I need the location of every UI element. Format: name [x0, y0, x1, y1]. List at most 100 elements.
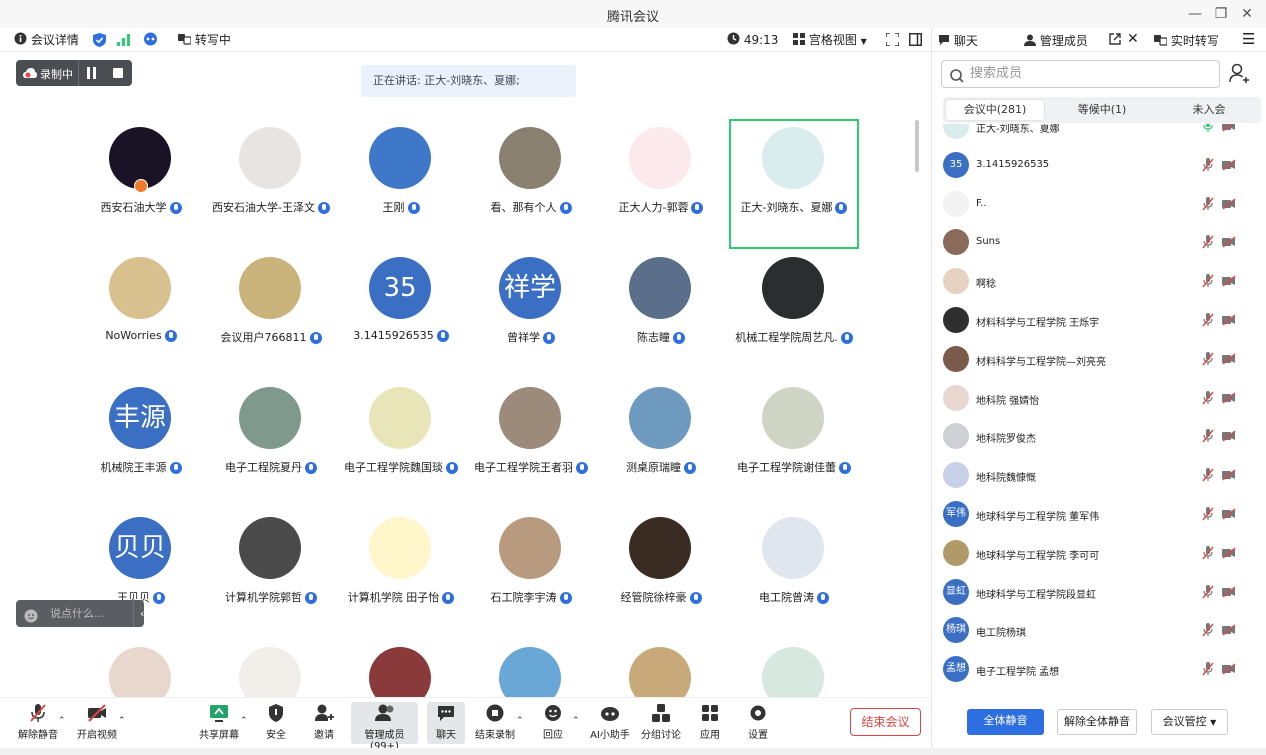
- menu-icon[interactable]: ☰: [1242, 30, 1255, 48]
- member-row[interactable]: Suns: [932, 223, 1266, 262]
- member-search-input[interactable]: 搜索成员: [941, 60, 1220, 88]
- tab-in-meeting[interactable]: 会议中(281): [946, 100, 1044, 120]
- chat-input[interactable]: 说点什么...: [50, 600, 105, 627]
- participant-tile[interactable]: 35 3.1415926535: [336, 249, 466, 379]
- participant-tile[interactable]: 西安石油大学: [76, 119, 206, 249]
- camera-off-icon[interactable]: [1222, 430, 1236, 442]
- transcribe-status[interactable]: 转写中: [178, 31, 231, 49]
- participant-tile[interactable]: 测桌原瑞瞳: [596, 379, 726, 509]
- camera-off-icon[interactable]: [1222, 392, 1236, 404]
- member-row[interactable]: 啊稔: [932, 262, 1266, 301]
- member-row[interactable]: 地科院罗俊杰: [932, 417, 1266, 456]
- unmute-all-button[interactable]: 解除全体静音: [1057, 709, 1137, 735]
- mic-muted-icon[interactable]: [1202, 313, 1214, 327]
- participant-tile[interactable]: [76, 639, 206, 697]
- member-row[interactable]: 材料科学与工程学院 王烁宇: [932, 301, 1266, 340]
- close-button[interactable]: ✕: [1234, 4, 1260, 24]
- invite-button[interactable]: 邀请: [306, 702, 342, 744]
- mic-muted-icon[interactable]: [1202, 196, 1214, 211]
- camera-off-icon[interactable]: [1222, 159, 1236, 171]
- member-row[interactable]: 材料科学与工程学院—刘亮亮: [932, 340, 1266, 379]
- mic-on-icon[interactable]: [1202, 124, 1214, 133]
- participant-tile[interactable]: 石工院李宇涛: [466, 509, 596, 639]
- tab-members[interactable]: 管理成员: [1024, 32, 1088, 49]
- participant-tile[interactable]: 王刚: [336, 119, 466, 249]
- participant-tile[interactable]: 经管院徐梓豪: [596, 509, 726, 639]
- fullscreen-icon[interactable]: [885, 32, 900, 51]
- mute-all-button[interactable]: 全体静音: [967, 709, 1044, 735]
- quick-chat-box[interactable]: 说点什么... ‹: [16, 600, 144, 627]
- participant-tile[interactable]: 电子工程学院王者羽: [466, 379, 596, 509]
- signal-icon[interactable]: [117, 33, 131, 51]
- camera-off-icon[interactable]: [1222, 198, 1236, 210]
- participant-tile[interactable]: [336, 639, 466, 697]
- participant-tile[interactable]: 计算机学院郭哲: [206, 509, 336, 639]
- member-row[interactable]: 杨琪 电工院杨琪: [932, 611, 1266, 650]
- grid-scrollbar[interactable]: [915, 120, 919, 172]
- participant-tile[interactable]: [596, 639, 726, 697]
- camera-off-icon[interactable]: [1222, 353, 1236, 365]
- mic-muted-icon[interactable]: [1202, 157, 1214, 172]
- mic-muted-icon[interactable]: [1202, 274, 1214, 288]
- participant-tile[interactable]: 电子工程院夏丹: [206, 379, 336, 509]
- participant-tile[interactable]: 会议用户766811: [206, 249, 336, 379]
- participant-tile[interactable]: 计算机学院 田子怡: [336, 509, 466, 639]
- camera-off-icon[interactable]: [1222, 624, 1236, 636]
- tab-chat[interactable]: 聊天: [938, 32, 978, 49]
- video-caret-icon[interactable]: ⌃: [118, 716, 126, 726]
- participant-tile[interactable]: [729, 639, 859, 697]
- popout-icon[interactable]: [1109, 33, 1121, 48]
- participant-tile[interactable]: 电子工程学院魏国琰: [336, 379, 466, 509]
- mic-muted-icon[interactable]: [1202, 351, 1214, 366]
- maximize-button[interactable]: ❐: [1208, 4, 1234, 24]
- camera-off-icon[interactable]: [1222, 508, 1236, 520]
- minimize-button[interactable]: —: [1182, 4, 1208, 24]
- unmute-button[interactable]: 解除静音: [14, 702, 62, 744]
- camera-off-icon[interactable]: [1222, 314, 1236, 326]
- tab-transcript[interactable]: 实时转写: [1154, 32, 1219, 49]
- member-row[interactable]: 地球科学与工程学院 李可可: [932, 534, 1266, 573]
- mic-muted-icon[interactable]: [1202, 235, 1214, 249]
- camera-off-icon[interactable]: [1222, 236, 1236, 248]
- mic-muted-icon[interactable]: [1202, 623, 1214, 637]
- chat-button[interactable]: 聊天: [427, 702, 465, 744]
- camera-off-icon[interactable]: [1222, 663, 1236, 675]
- participant-tile[interactable]: 机械工程学院周艺凡.: [729, 249, 859, 379]
- unmute-caret-icon[interactable]: ⌃: [58, 716, 66, 726]
- member-row[interactable]: 35 3.1415926535: [932, 146, 1266, 185]
- member-row[interactable]: 地科院 强婧怡: [932, 379, 1266, 418]
- end-meeting-button[interactable]: 结束会议: [850, 708, 921, 736]
- member-row[interactable]: F..: [932, 185, 1266, 224]
- member-row[interactable]: 地科院魏慷慨: [932, 456, 1266, 495]
- manage-members-button[interactable]: 管理成员(99+): [351, 702, 418, 752]
- meeting-control-dropdown[interactable]: 会议管控 ▼: [1151, 709, 1228, 735]
- share-caret-icon[interactable]: ⌃: [240, 716, 248, 726]
- sidebar-toggle-icon[interactable]: [909, 33, 922, 51]
- tab-waiting[interactable]: 等候中(1): [1053, 100, 1151, 120]
- camera-off-icon[interactable]: [1222, 124, 1236, 132]
- member-row[interactable]: 正大-刘晓东、夏娜: [932, 124, 1266, 146]
- participant-tile[interactable]: 电工院曾涛: [729, 509, 859, 639]
- mic-muted-icon[interactable]: [1202, 390, 1214, 405]
- mic-muted-icon[interactable]: [1202, 468, 1214, 482]
- stop-record-icon[interactable]: [112, 67, 124, 82]
- ai-assistant-button[interactable]: AI小助手: [588, 702, 632, 744]
- participant-tile[interactable]: 丰源 机械院王丰源: [76, 379, 206, 509]
- add-member-icon[interactable]: [1228, 62, 1252, 86]
- mic-muted-icon[interactable]: [1202, 584, 1214, 599]
- mic-muted-icon[interactable]: [1202, 429, 1214, 443]
- member-row[interactable]: 孟想 电子工程学院 孟想: [932, 650, 1266, 689]
- bot-icon[interactable]: [143, 32, 158, 50]
- security-button[interactable]: 安全: [258, 702, 294, 744]
- record-caret-icon[interactable]: ⌃: [516, 716, 524, 726]
- tab-not-joined[interactable]: 未入会: [1160, 100, 1258, 120]
- participant-tile[interactable]: [206, 639, 336, 697]
- video-button[interactable]: 开启视频: [73, 702, 121, 744]
- shield-icon[interactable]: [93, 33, 106, 51]
- participant-tile[interactable]: 祥学 曾祥学: [466, 249, 596, 379]
- participant-tile[interactable]: 正大人力-郭蓉: [596, 119, 726, 249]
- react-caret-icon[interactable]: ⌃: [572, 716, 580, 726]
- participant-tile[interactable]: NoWorries: [76, 249, 206, 379]
- participant-tile[interactable]: 正大-刘晓东、夏娜: [729, 119, 859, 249]
- participant-tile[interactable]: 看、那有个人: [466, 119, 596, 249]
